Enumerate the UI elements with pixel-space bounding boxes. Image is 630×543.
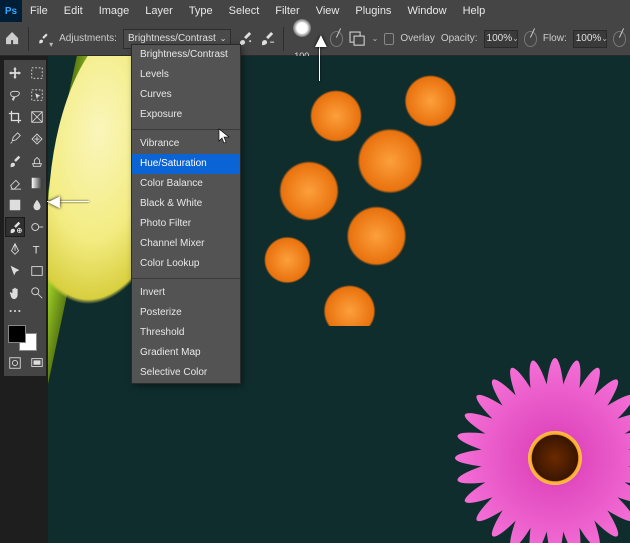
- photo-orange-flowers: [228, 56, 498, 326]
- pen-tool[interactable]: [5, 239, 25, 259]
- brush-dot-icon: [293, 19, 311, 37]
- adj-hue-saturation[interactable]: Hue/Saturation: [132, 154, 240, 174]
- hand-tool[interactable]: [5, 283, 25, 303]
- adj-black-white[interactable]: Black & White: [132, 194, 240, 214]
- ps-logo-icon: Ps: [0, 0, 22, 22]
- menu-layer[interactable]: Layer: [137, 0, 181, 22]
- type-tool[interactable]: T: [27, 239, 47, 259]
- color-swatches[interactable]: [5, 323, 47, 351]
- brush-tool[interactable]: [5, 151, 25, 171]
- cursor-icon: [218, 128, 234, 147]
- shape-tool[interactable]: [27, 261, 47, 281]
- adj-color-balance[interactable]: Color Balance: [132, 174, 240, 194]
- menu-bar: Ps File Edit Image Layer Type Select Fil…: [0, 0, 630, 22]
- chevron-down-icon[interactable]: ⌄: [372, 34, 379, 43]
- adj-channel-mixer[interactable]: Channel Mixer: [132, 234, 240, 254]
- airbrush-icon[interactable]: [613, 31, 626, 47]
- adj-gradient-map[interactable]: Gradient Map: [132, 343, 240, 363]
- adj-levels[interactable]: Levels: [132, 65, 240, 85]
- overlay-label: Overlay: [400, 33, 434, 44]
- zoom-tool[interactable]: [27, 283, 47, 303]
- clone-stamp-tool[interactable]: [27, 151, 47, 171]
- move-tool[interactable]: [5, 63, 25, 83]
- object-select-tool[interactable]: [27, 85, 47, 105]
- svg-text:T: T: [33, 244, 40, 256]
- adjustments-label: Adjustments:: [59, 33, 117, 44]
- annotation-arrowhead-icon: ◄: [44, 191, 64, 214]
- adjustments-menu-popup: Brightness/Contrast Levels Curves Exposu…: [131, 44, 241, 384]
- overlay-checkbox[interactable]: [384, 33, 394, 45]
- quick-mask-icon[interactable]: [5, 353, 25, 373]
- paint-bucket-tool[interactable]: [5, 195, 25, 215]
- dodge-tool[interactable]: [27, 217, 47, 237]
- opacity-input[interactable]: 100%⌄: [484, 30, 518, 48]
- divider: [283, 27, 284, 51]
- menu-view[interactable]: View: [308, 0, 348, 22]
- pressure-opacity-icon[interactable]: [524, 31, 537, 47]
- path-select-tool[interactable]: [5, 261, 25, 281]
- adj-posterize[interactable]: Posterize: [132, 303, 240, 323]
- divider: [132, 278, 240, 279]
- flow-label: Flow:: [543, 33, 567, 44]
- flow-input[interactable]: 100%⌄: [573, 30, 607, 48]
- opacity-label: Opacity:: [441, 33, 478, 44]
- adj-curves[interactable]: Curves: [132, 85, 240, 105]
- healing-brush-tool[interactable]: [27, 129, 47, 149]
- menu-help[interactable]: Help: [455, 0, 494, 22]
- menu-window[interactable]: Window: [399, 0, 454, 22]
- menu-image[interactable]: Image: [91, 0, 138, 22]
- adj-selective-color[interactable]: Selective Color: [132, 363, 240, 383]
- adj-photo-filter[interactable]: Photo Filter: [132, 214, 240, 234]
- menu-edit[interactable]: Edit: [56, 0, 91, 22]
- extras-icon[interactable]: [5, 305, 25, 317]
- pressure-size-icon[interactable]: [330, 31, 343, 47]
- adj-exposure[interactable]: Exposure: [132, 105, 240, 125]
- foreground-swatch[interactable]: [8, 325, 26, 343]
- flow-value: 100%: [576, 33, 602, 44]
- adj-invert[interactable]: Invert: [132, 283, 240, 303]
- sample-layers-icon[interactable]: [349, 29, 365, 49]
- current-tool-brush-icon[interactable]: ▾: [37, 29, 53, 49]
- divider: [28, 27, 29, 51]
- eyedropper-tool[interactable]: [5, 129, 25, 149]
- crop-tool[interactable]: [5, 107, 25, 127]
- menu-type[interactable]: Type: [181, 0, 221, 22]
- lasso-tool[interactable]: [5, 85, 25, 105]
- adj-color-lookup[interactable]: Color Lookup: [132, 254, 240, 274]
- menu-select[interactable]: Select: [221, 0, 268, 22]
- photo-pink-gerbera: [450, 353, 630, 543]
- gradient-tool[interactable]: [27, 173, 47, 193]
- subtract-adjustment-brush-icon[interactable]: [259, 29, 275, 49]
- screen-mode-icon[interactable]: [27, 353, 47, 373]
- adj-brightness-contrast[interactable]: Brightness/Contrast: [132, 45, 240, 65]
- eraser-tool[interactable]: [5, 173, 25, 193]
- chevron-down-icon: ⌄: [220, 34, 227, 43]
- menu-file[interactable]: File: [22, 0, 56, 22]
- frame-tool[interactable]: [27, 107, 47, 127]
- home-icon[interactable]: [4, 29, 20, 49]
- brush-preview[interactable]: 100: [292, 19, 311, 61]
- tool-palette: T: [4, 60, 46, 376]
- marquee-tool[interactable]: [27, 63, 47, 83]
- annotation-arrowhead-icon: ▲: [311, 30, 331, 53]
- adj-threshold[interactable]: Threshold: [132, 323, 240, 343]
- opacity-value: 100%: [487, 33, 513, 44]
- menu-plugins[interactable]: Plugins: [347, 0, 399, 22]
- adjustment-brush-tool[interactable]: [5, 217, 25, 237]
- adjustments-selected: Brightness/Contrast: [128, 33, 216, 44]
